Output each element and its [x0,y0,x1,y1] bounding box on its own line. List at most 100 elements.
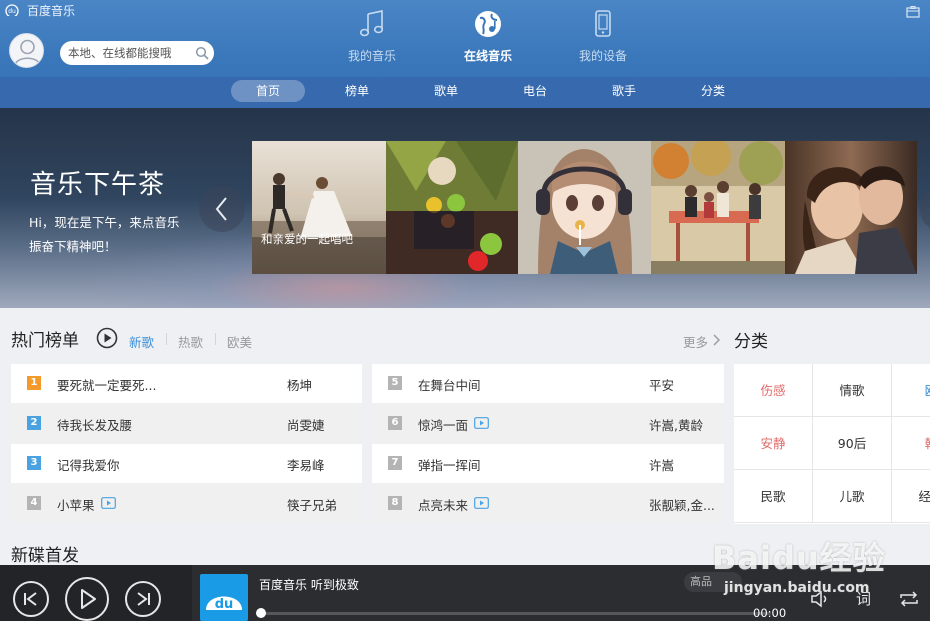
subnav-radio[interactable]: 电台 [498,80,572,102]
quality-selector[interactable]: 高品 [684,572,742,592]
search-input[interactable] [68,41,192,65]
mv-icon[interactable] [101,497,116,509]
category-love-songs[interactable]: 情歌 [813,364,892,417]
tab-new-songs[interactable]: 新歌 [129,332,154,351]
subnav-home[interactable]: 首页 [231,80,305,102]
category-korean[interactable]: 韩 [892,417,930,470]
header: du 百度音乐 我的音乐 [0,0,930,108]
song-title[interactable]: 小苹果 [57,495,95,514]
song-artist[interactable]: 张靓颖,金... [649,495,715,514]
subnav-artists[interactable]: 歌手 [587,80,661,102]
song-row[interactable]: 1 要死就一定要死... 杨坤 [11,364,362,403]
category-quiet[interactable]: 安静 [734,417,813,470]
svg-text:du: du [8,8,16,15]
song-artist[interactable]: 尚雯婕 [287,415,325,434]
chevron-left-icon [215,197,227,221]
banner-title: 音乐下午茶 [30,170,166,200]
song-artist[interactable]: 许嵩,黄龄 [649,415,703,434]
banner-subtitle: Hi，现在是下午，来点音乐 [29,215,180,230]
tab-hot-songs[interactable]: 热歌 [178,332,203,351]
song-title[interactable]: 记得我爱你 [57,455,120,474]
song-row[interactable]: 3 记得我爱你 李易峰 [11,444,362,483]
song-title[interactable]: 要死就一定要死... [57,375,156,394]
categories-title: 分类 [734,332,768,352]
banner-prev-button[interactable] [199,186,245,232]
banner-image-kiss[interactable] [785,141,917,274]
user-icon [14,39,41,66]
svg-text:du: du [215,597,234,612]
categories-grid: 伤感 情歌 欧 安静 90后 韩 民歌 儿歌 经典 [734,364,930,524]
volume-icon[interactable] [809,589,833,609]
banner-image-fruits[interactable] [386,141,518,274]
promo-banner[interactable]: 音乐下午茶 Hi，现在是下午，来点音乐 振奋下精神吧！ 和亲爱的一起唱吧 [0,108,930,308]
hot-charts-title: 热门榜单 [11,331,79,351]
song-row[interactable]: 2 待我长发及腰 尚雯婕 [11,404,362,443]
progress-knob[interactable] [256,608,266,618]
tab-label: 在线音乐 [463,49,512,63]
banner-subtitle: 振奋下精神吧！ [29,239,117,254]
song-row[interactable]: 4 小苹果 筷子兄弟 [11,484,362,523]
subnav-playlists[interactable]: 歌单 [409,80,483,102]
user-avatar[interactable] [9,33,44,68]
song-artist[interactable]: 筷子兄弟 [287,495,337,514]
banner-image-anime[interactable] [518,141,651,274]
song-title[interactable]: 待我长发及腰 [57,415,132,434]
chevron-right-icon[interactable] [711,334,721,346]
banner-image-caption: 和亲爱的一起唱吧 [261,232,353,246]
song-artist[interactable]: 杨坤 [287,375,312,394]
song-title[interactable]: 弹指一挥间 [418,455,481,474]
globe-music-icon [475,11,501,37]
kiss-photo [785,141,917,274]
banner-next-button[interactable] [920,186,930,232]
category-western[interactable]: 欧 [892,364,930,417]
category-post-90s[interactable]: 90后 [813,417,892,470]
skip-forward-icon [137,592,150,606]
tab-divider [166,333,167,345]
rank-badge: 1 [27,376,41,390]
play-button[interactable] [65,577,109,621]
loop-icon[interactable] [897,589,921,609]
mv-icon[interactable] [474,417,489,429]
rank-badge: 7 [388,456,402,470]
subnav-charts[interactable]: 榜单 [320,80,394,102]
category-classic[interactable]: 经典 [892,470,930,523]
couple-photo [252,141,386,274]
album-cover[interactable]: du [200,574,248,621]
song-artist[interactable]: 李易峰 [287,455,325,474]
song-artist[interactable]: 许嵩 [649,455,674,474]
time-display: 00:00 [753,606,787,620]
tab-online-music[interactable]: 在线音乐 [443,8,533,68]
song-row[interactable]: 7 弹指一挥间 许嵩 [372,444,724,483]
mv-icon[interactable] [474,497,489,509]
song-row[interactable]: 8 点亮未来 张靓颖,金... [372,484,724,523]
category-children[interactable]: 儿歌 [813,470,892,523]
song-title[interactable]: 在舞台中间 [418,375,481,394]
baidu-music-logo-icon: du [206,596,242,612]
search-icon[interactable] [195,46,209,60]
lyrics-button[interactable]: 词 [856,588,871,609]
subnav-categories[interactable]: 分类 [676,80,750,102]
song-row[interactable]: 5 在舞台中间 平安 [372,364,724,403]
prev-button[interactable] [13,581,49,617]
play-circle-icon[interactable] [96,327,118,349]
tab-label: 我的设备 [578,49,627,63]
tab-western[interactable]: 欧美 [227,332,252,351]
category-sad[interactable]: 伤感 [734,364,813,417]
search-box [60,41,214,65]
progress-bar[interactable] [259,612,771,615]
rank-badge: 8 [388,496,402,510]
song-title[interactable]: 惊鸿一面 [418,415,468,434]
song-title[interactable]: 点亮未来 [418,495,468,514]
tab-my-music[interactable]: 我的音乐 [327,8,417,68]
window-mode-icon[interactable] [906,6,920,18]
song-row[interactable]: 6 惊鸿一面 许嵩,黄龄 [372,404,724,443]
category-folk[interactable]: 民歌 [734,470,813,523]
banner-image-couple[interactable]: 和亲爱的一起唱吧 [252,141,386,274]
party-photo [651,141,785,274]
more-link[interactable]: 更多 [683,332,708,351]
tab-my-device[interactable]: 我的设备 [558,8,648,68]
banner-image-party[interactable] [651,141,785,274]
rank-badge: 5 [388,376,402,390]
next-button[interactable] [125,581,161,617]
song-artist[interactable]: 平安 [649,375,674,394]
